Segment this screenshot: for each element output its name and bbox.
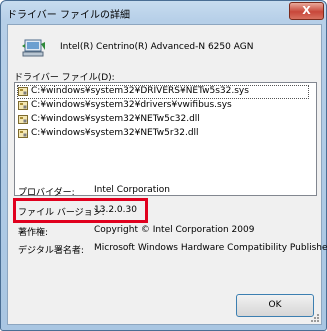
digital-signer-value: Microsoft Windows Hardware Compatibility…	[94, 243, 327, 253]
resize-grip-icon[interactable]	[310, 313, 319, 322]
driver-files-list[interactable]: C:¥windows¥system32¥DRIVERS¥NETw5s32.sys…	[14, 82, 317, 196]
provider-value: Intel Corporation	[94, 185, 170, 195]
close-button[interactable]: X	[289, 2, 324, 20]
window-title: ドライバー ファイルの詳細	[7, 10, 130, 21]
driver-file-details-dialog: ドライバー ファイルの詳細 X Intel(R) Centrino(R) Adv…	[0, 0, 327, 331]
digital-signer-label: デジタル署名者:	[18, 246, 84, 256]
driver-file-item[interactable]: C:¥windows¥system32¥NETw5c32.dll	[18, 114, 308, 126]
network-adapter-icon	[22, 39, 45, 57]
driver-file-item[interactable]: C:¥windows¥system32¥drivers¥vwifibus.sys	[18, 100, 308, 112]
version-highlight-box	[13, 198, 148, 223]
driver-file-icon	[18, 87, 28, 96]
driver-file-path: C:¥windows¥system32¥drivers¥vwifibus.sys	[31, 100, 232, 110]
driver-file-path: C:¥windows¥system32¥DRIVERS¥NETw5s32.sys	[31, 86, 249, 96]
driver-file-item[interactable]: C:¥windows¥system32¥NETw5r32.dll	[18, 128, 308, 140]
driver-file-item[interactable]: C:¥windows¥system32¥DRIVERS¥NETw5s32.sys	[17, 85, 309, 99]
driver-file-icon	[18, 129, 28, 138]
driver-file-path: C:¥windows¥system32¥NETw5c32.dll	[31, 114, 200, 124]
driver-file-icon	[18, 115, 28, 124]
provider-label: プロバイダー:	[18, 188, 75, 198]
dialog-body: Intel(R) Centrino(R) Advanced-N 6250 AGN…	[7, 24, 327, 325]
ok-button[interactable]: OK	[236, 294, 314, 317]
copyright-label: 著作権:	[18, 228, 49, 238]
driver-file-icon	[18, 101, 28, 110]
title-bar[interactable]: ドライバー ファイルの詳細 X	[1, 1, 326, 23]
driver-file-path: C:¥windows¥system32¥NETw5r32.dll	[31, 128, 199, 138]
copyright-value: Copyright © Intel Corporation 2009	[94, 225, 255, 235]
device-name: Intel(R) Centrino(R) Advanced-N 6250 AGN	[60, 42, 254, 52]
